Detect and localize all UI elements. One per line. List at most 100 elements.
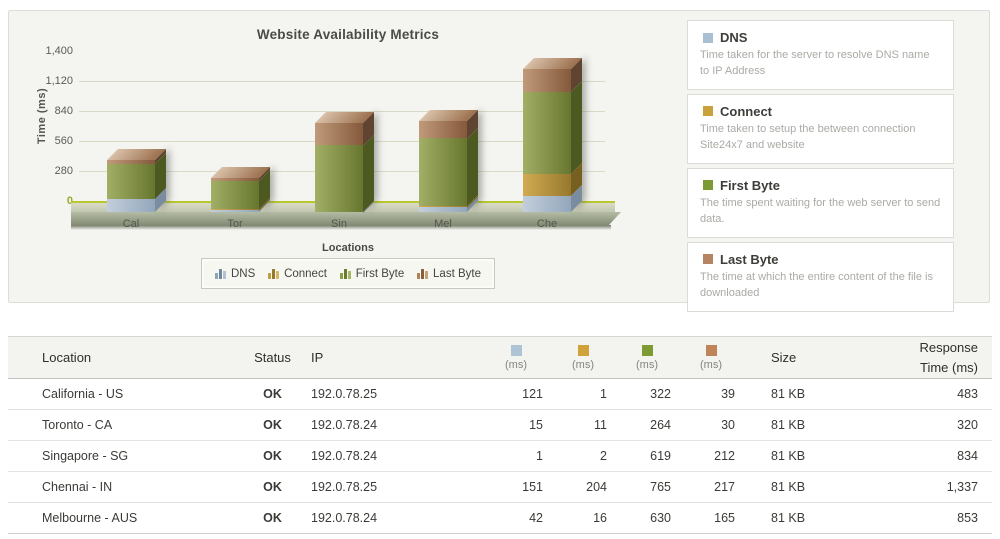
segment-first-byte[interactable] [211, 180, 259, 210]
bar-che[interactable] [523, 68, 571, 212]
cell-response-time: 1,337 [857, 471, 992, 503]
cell-firstbyte-ms: 765 [615, 471, 679, 503]
cell-size: 81 KB [743, 471, 857, 503]
card-description: Time taken for the server to resolve DNS… [700, 49, 930, 77]
bar-side-face [363, 111, 374, 212]
segment-dns[interactable] [419, 207, 467, 212]
y-tick-label: 0 [66, 195, 73, 207]
segment-dns[interactable] [211, 210, 259, 212]
col-header-response-time: Response Time (ms) [857, 336, 992, 379]
segment-last-byte[interactable] [523, 68, 571, 92]
y-tick-label: 280 [54, 165, 73, 177]
mini-bar-chart-icon [215, 268, 226, 279]
cell-status: OK [234, 440, 311, 472]
card-title: First Byte [700, 178, 941, 193]
cell-ip: 192.0.78.24 [311, 502, 481, 534]
cell-dns-ms: 1 [481, 440, 551, 472]
series-color-swatch [703, 106, 713, 117]
legend-label: First Byte [355, 267, 405, 280]
segment-dns[interactable] [107, 199, 155, 212]
mini-bar-chart-icon [268, 268, 280, 279]
y-tick-label: 840 [54, 105, 73, 117]
cell-location: Toronto - CA [8, 409, 234, 441]
segment-first-byte[interactable] [523, 92, 571, 174]
legend-item-first-byte[interactable]: First Byte [339, 267, 405, 280]
cell-firstbyte-ms: 322 [615, 378, 679, 410]
cell-ip: 192.0.78.25 [311, 378, 481, 410]
x-category-label: Tor [227, 218, 243, 230]
cell-connect-ms: 2 [551, 440, 615, 472]
cell-firstbyte-ms: 619 [615, 440, 679, 472]
segment-dns[interactable] [523, 195, 571, 212]
x-category-label: Cal [122, 218, 140, 230]
series-color-swatch [703, 32, 713, 43]
bar-cal[interactable] [107, 160, 155, 212]
x-category-label: Sin [331, 218, 347, 230]
x-category-label: Mel [434, 218, 452, 230]
table-row[interactable]: Melbourne - AUS OK 192.0.78.24 42 16 630 165 81… [8, 502, 992, 534]
locations-table: Location Status IP (ms) (ms) (ms) (ms) S… [8, 336, 992, 534]
chart-legend: DNS Connect First Byte Last Byte [201, 258, 495, 289]
legend-item-connect[interactable]: Connect [268, 268, 327, 280]
cell-connect-ms: 16 [551, 502, 615, 534]
cell-location: Chennai - IN [8, 471, 234, 503]
definition-card-connect: Connect Time taken to setup the between c… [687, 93, 954, 164]
col-header-connect-ms: (ms) [551, 336, 615, 379]
mini-bar-chart-icon [417, 268, 429, 279]
col-header-location: Location [8, 336, 234, 379]
legend-label: Connect [284, 267, 327, 280]
cell-lastbyte-ms: 212 [679, 440, 743, 472]
table-row[interactable]: Singapore - SG OK 192.0.78.24 1 2 619 212 81 KB… [8, 440, 992, 472]
col-header-firstbyte-ms: (ms) [615, 336, 679, 379]
col-header-lastbyte-ms: (ms) [679, 336, 743, 379]
bar-tor[interactable] [211, 177, 259, 212]
card-title: Last Byte [700, 252, 941, 267]
cell-ip: 192.0.78.24 [311, 440, 481, 472]
segment-first-byte[interactable] [107, 164, 155, 199]
col-header-status: Status [234, 336, 311, 379]
y-tick-label: 1,400 [45, 45, 73, 57]
cell-status: OK [234, 502, 311, 534]
card-title: DNS [700, 30, 941, 45]
cell-connect-ms: 1 [551, 378, 615, 410]
card-title-text: First Byte [720, 177, 780, 193]
col-header-ip: IP [311, 336, 481, 379]
y-tick-label: 1,120 [45, 75, 73, 87]
x-axis-title: Locations [322, 242, 374, 254]
chart-title: Website Availability Metrics [256, 27, 440, 42]
segment-last-byte[interactable] [419, 120, 467, 139]
cell-lastbyte-ms: 30 [679, 409, 743, 441]
cell-firstbyte-ms: 630 [615, 502, 679, 534]
legend-item-last-byte[interactable]: Last Byte [417, 268, 481, 280]
card-title-text: Connect [720, 103, 772, 119]
legend-label: DNS [231, 267, 256, 280]
table-row[interactable]: California - US OK 192.0.78.25 121 1 322 39 81 … [8, 378, 992, 410]
cell-response-time: 320 [857, 409, 992, 441]
cell-size: 81 KB [743, 409, 857, 441]
segment-first-byte[interactable] [315, 145, 363, 212]
cell-ip: 192.0.78.24 [311, 409, 481, 441]
side-segment [363, 134, 374, 212]
table-row[interactable]: Toronto - CA OK 192.0.78.24 15 11 264 30 81 KB 3… [8, 409, 992, 441]
availability-chart: Website Availability Metrics Time (ms) 0… [9, 11, 687, 302]
segment-first-byte[interactable] [419, 138, 467, 206]
dns-color-swatch [510, 344, 522, 356]
cell-size: 81 KB [743, 502, 857, 534]
bar-mel[interactable] [419, 120, 467, 212]
bar-sin[interactable] [315, 122, 363, 212]
card-description: Time taken to setup the between connecti… [700, 122, 916, 151]
cell-ip: 192.0.78.25 [311, 471, 481, 503]
cell-response-time: 483 [857, 378, 992, 410]
segment-connect[interactable] [523, 173, 571, 196]
table-row[interactable]: Chennai - IN OK 192.0.78.25 151 204 765 217 81 … [8, 471, 992, 503]
connect-color-swatch [577, 344, 589, 356]
cell-lastbyte-ms: 217 [679, 471, 743, 503]
segment-last-byte[interactable] [315, 122, 363, 146]
legend-item-dns[interactable]: DNS [215, 268, 255, 280]
card-description: The time spent waiting for the web serve… [700, 196, 941, 225]
table-header-row: Location Status IP (ms) (ms) (ms) (ms) S… [8, 336, 992, 379]
cell-response-time: 834 [857, 440, 992, 472]
cell-connect-ms: 204 [551, 471, 615, 503]
cell-dns-ms: 15 [481, 409, 551, 441]
series-color-swatch [703, 254, 713, 265]
